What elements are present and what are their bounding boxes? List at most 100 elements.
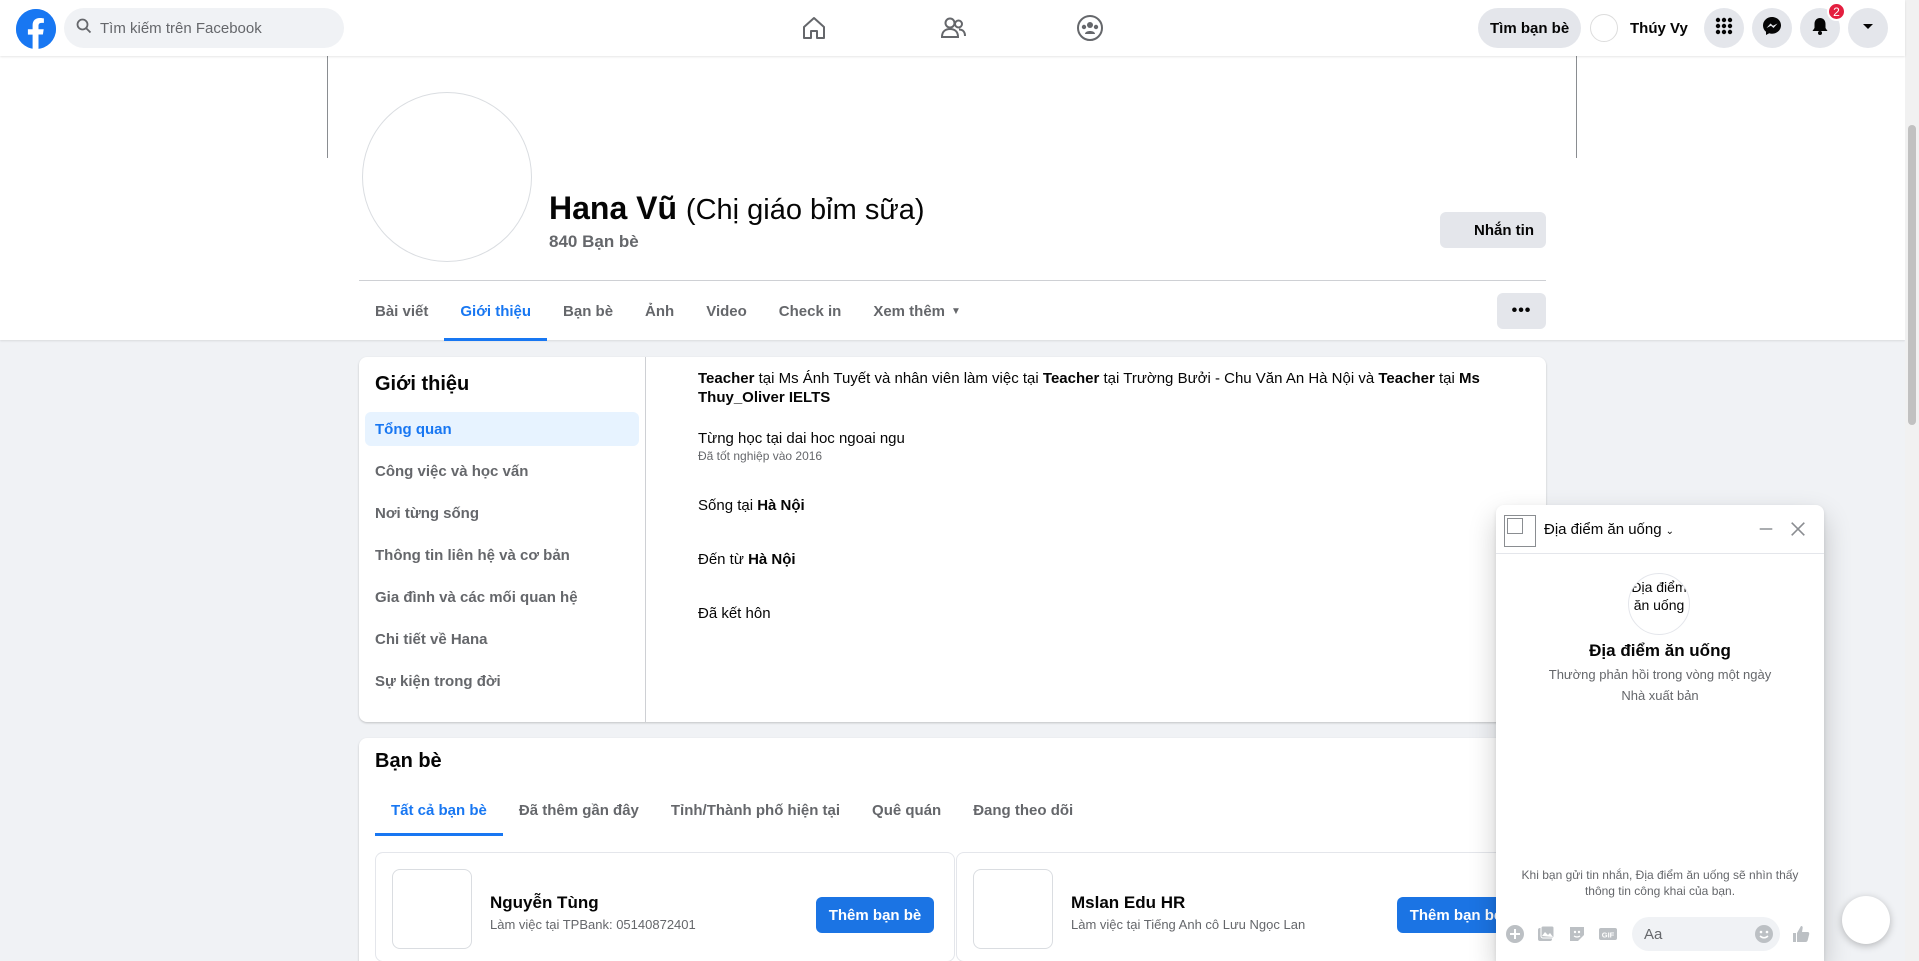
- friends-title[interactable]: Bạn bè: [375, 750, 442, 773]
- tab-recently-added[interactable]: Đã thêm gần đây: [503, 784, 655, 836]
- minimize-icon[interactable]: [1754, 517, 1778, 541]
- find-friends-button[interactable]: Tìm bạn bè: [1478, 8, 1582, 48]
- chat-response-status: Thường phản hồi trong vòng một ngày: [1548, 667, 1772, 682]
- facebook-logo-icon[interactable]: [16, 9, 56, 49]
- user-name: Thúy Vy: [1630, 19, 1688, 37]
- friend-desc: Làm việc tại Tiếng Anh cô Lưu Ngọc Lan: [1071, 917, 1306, 932]
- about-menu-work-education[interactable]: Công việc và học vấn: [365, 454, 639, 488]
- about-from: Đến từ Hà Nội: [698, 551, 796, 568]
- work-text: tại: [1434, 370, 1459, 387]
- grid-menu-icon: [1714, 16, 1734, 41]
- tab-current-city[interactable]: Tỉnh/Thành phố hiện tại: [655, 784, 856, 836]
- lives-prefix: Sống tại: [698, 497, 758, 514]
- sticker-icon[interactable]: [1566, 923, 1588, 945]
- caret-down-icon: ▼: [951, 305, 961, 317]
- messenger-icon: [1762, 16, 1782, 41]
- tab-label: Bài viết: [375, 302, 429, 320]
- friends-icon[interactable]: [935, 10, 971, 46]
- thumbs-up-icon[interactable]: [1790, 923, 1812, 945]
- friend-name[interactable]: Nguyễn Tùng: [490, 893, 599, 913]
- tab-about[interactable]: Giới thiệu: [444, 281, 547, 341]
- tab-checkins[interactable]: Check in: [763, 281, 858, 341]
- friend-item: Nguyễn Tùng Làm việc tại TPBank: 0514087…: [375, 852, 955, 961]
- messenger-button[interactable]: [1752, 8, 1792, 48]
- about-menu-places-lived[interactable]: Nơi từng sống: [365, 496, 639, 530]
- about-menu-contact-info[interactable]: Thông tin liên hệ và cơ bản: [365, 538, 639, 572]
- chat-header-name[interactable]: Địa điểm ăn uống ⌄: [1544, 521, 1674, 538]
- tab-all-friends[interactable]: Tất cả bạn bè: [375, 784, 503, 836]
- notifications-button[interactable]: 2: [1800, 2, 1846, 48]
- profile-picture[interactable]: [362, 92, 532, 262]
- about-relationship: Đã kết hôn: [698, 605, 771, 622]
- tab-label: Video: [706, 302, 747, 320]
- avatar: [1590, 14, 1618, 42]
- search-box[interactable]: [64, 8, 344, 48]
- about-menu: Tổng quan Công việc và học vấn Nơi từng …: [365, 412, 639, 706]
- plus-circle-icon[interactable]: [1504, 923, 1526, 945]
- from-place[interactable]: Hà Nội: [748, 551, 796, 568]
- work-text: tại Ms Ánh Tuyết và nhân viên làm việc t…: [754, 370, 1043, 387]
- search-input[interactable]: [100, 19, 320, 37]
- tab-friends[interactable]: Bạn bè: [547, 281, 629, 341]
- groups-icon[interactable]: [1072, 10, 1108, 46]
- bell-icon: [1810, 16, 1830, 41]
- tab-hometown[interactable]: Quê quán: [856, 784, 957, 836]
- tab-videos[interactable]: Video: [690, 281, 763, 341]
- chat-composer: GIF: [1496, 905, 1824, 961]
- gif-icon[interactable]: GIF: [1597, 923, 1619, 945]
- about-work: Teacher tại Ms Ánh Tuyết và nhân viên là…: [698, 369, 1518, 407]
- chat-page-picture[interactable]: Địa điểm ăn uống: [1628, 573, 1690, 635]
- chat-page-name[interactable]: Địa điểm ăn uống: [1496, 641, 1824, 661]
- add-friend-button[interactable]: Thêm bạn bè: [816, 897, 934, 933]
- emoji-icon[interactable]: [1754, 924, 1774, 944]
- new-message-button[interactable]: [1842, 896, 1890, 944]
- work-title[interactable]: Teacher: [1378, 370, 1434, 387]
- friend-avatar[interactable]: [973, 869, 1053, 949]
- friends-tabs: Tất cả bạn bè Đã thêm gần đây Tỉnh/Thành…: [375, 784, 1089, 836]
- menu-button[interactable]: [1704, 8, 1744, 48]
- tab-label: Bạn bè: [563, 302, 614, 320]
- about-menu-life-events[interactable]: Sự kiện trong đời: [365, 664, 639, 698]
- work-title[interactable]: Teacher: [698, 370, 754, 387]
- about-sidebar: Giới thiệu Tổng quan Công việc và học vấ…: [359, 357, 646, 722]
- account-button[interactable]: [1848, 8, 1888, 48]
- friend-desc: Làm việc tại TPBank: 05140872401: [490, 917, 696, 932]
- more-options-button[interactable]: •••: [1497, 293, 1546, 329]
- home-icon[interactable]: [796, 10, 832, 46]
- message-button[interactable]: Nhắn tin: [1440, 212, 1546, 248]
- tab-photos[interactable]: Ảnh: [629, 281, 690, 341]
- profile-name: Hana Vũ (Chị giáo bỉm sữa): [549, 190, 925, 227]
- scrollbar-thumb[interactable]: [1908, 125, 1916, 425]
- chat-header-avatar[interactable]: [1504, 515, 1536, 547]
- work-title[interactable]: Teacher: [1043, 370, 1099, 387]
- chevron-down-icon: ⌄: [1665, 526, 1674, 537]
- photo-icon[interactable]: [1535, 923, 1557, 945]
- tab-label: Xem thêm: [873, 302, 946, 320]
- about-education: Từng học tại dai hoc ngoai ngu Đã tốt ng…: [698, 430, 905, 463]
- about-menu-family[interactable]: Gia đình và các mối quan hệ: [365, 580, 639, 614]
- tab-label: Ảnh: [645, 302, 675, 320]
- profile-shortcut[interactable]: Thúy Vy: [1590, 12, 1688, 44]
- profile-name-text: Hana Vũ: [549, 190, 678, 226]
- friend-avatar[interactable]: [392, 869, 472, 949]
- profile-tabs: Bài viết Giới thiệu Bạn bè Ảnh Video Che…: [359, 281, 977, 341]
- about-card: Giới thiệu Tổng quan Công việc và học vấ…: [359, 357, 1546, 722]
- friend-name[interactable]: Mslan Edu HR: [1071, 893, 1185, 913]
- tab-see-more[interactable]: Xem thêm ▼: [857, 281, 977, 341]
- close-icon[interactable]: [1786, 517, 1810, 541]
- message-input[interactable]: [1644, 925, 1744, 943]
- about-menu-details[interactable]: Chi tiết về Hana: [365, 622, 639, 656]
- education-text: Từng học tại dai hoc ngoai ngu: [698, 430, 905, 447]
- about-menu-overview[interactable]: Tổng quan: [365, 412, 639, 446]
- tab-posts[interactable]: Bài viết: [359, 281, 444, 341]
- tab-following[interactable]: Đang theo dõi: [957, 784, 1089, 836]
- friends-count[interactable]: 840 Bạn bè: [549, 232, 639, 252]
- message-input-box[interactable]: [1632, 917, 1780, 951]
- work-text: tại Trường Bưởi - Chu Văn An Hà Nội và: [1099, 370, 1379, 387]
- svg-text:GIF: GIF: [1602, 931, 1615, 940]
- page-scrollbar[interactable]: [1905, 0, 1919, 961]
- chat-privacy-notice: Khi bạn gửi tin nhắn, Địa điểm ăn uống s…: [1521, 868, 1799, 898]
- lives-place[interactable]: Hà Nội: [757, 497, 805, 514]
- tab-label: Check in: [778, 302, 842, 320]
- chat-window: Địa điểm ăn uống ⌄ Địa điểm ăn uống Địa đ…: [1496, 505, 1824, 961]
